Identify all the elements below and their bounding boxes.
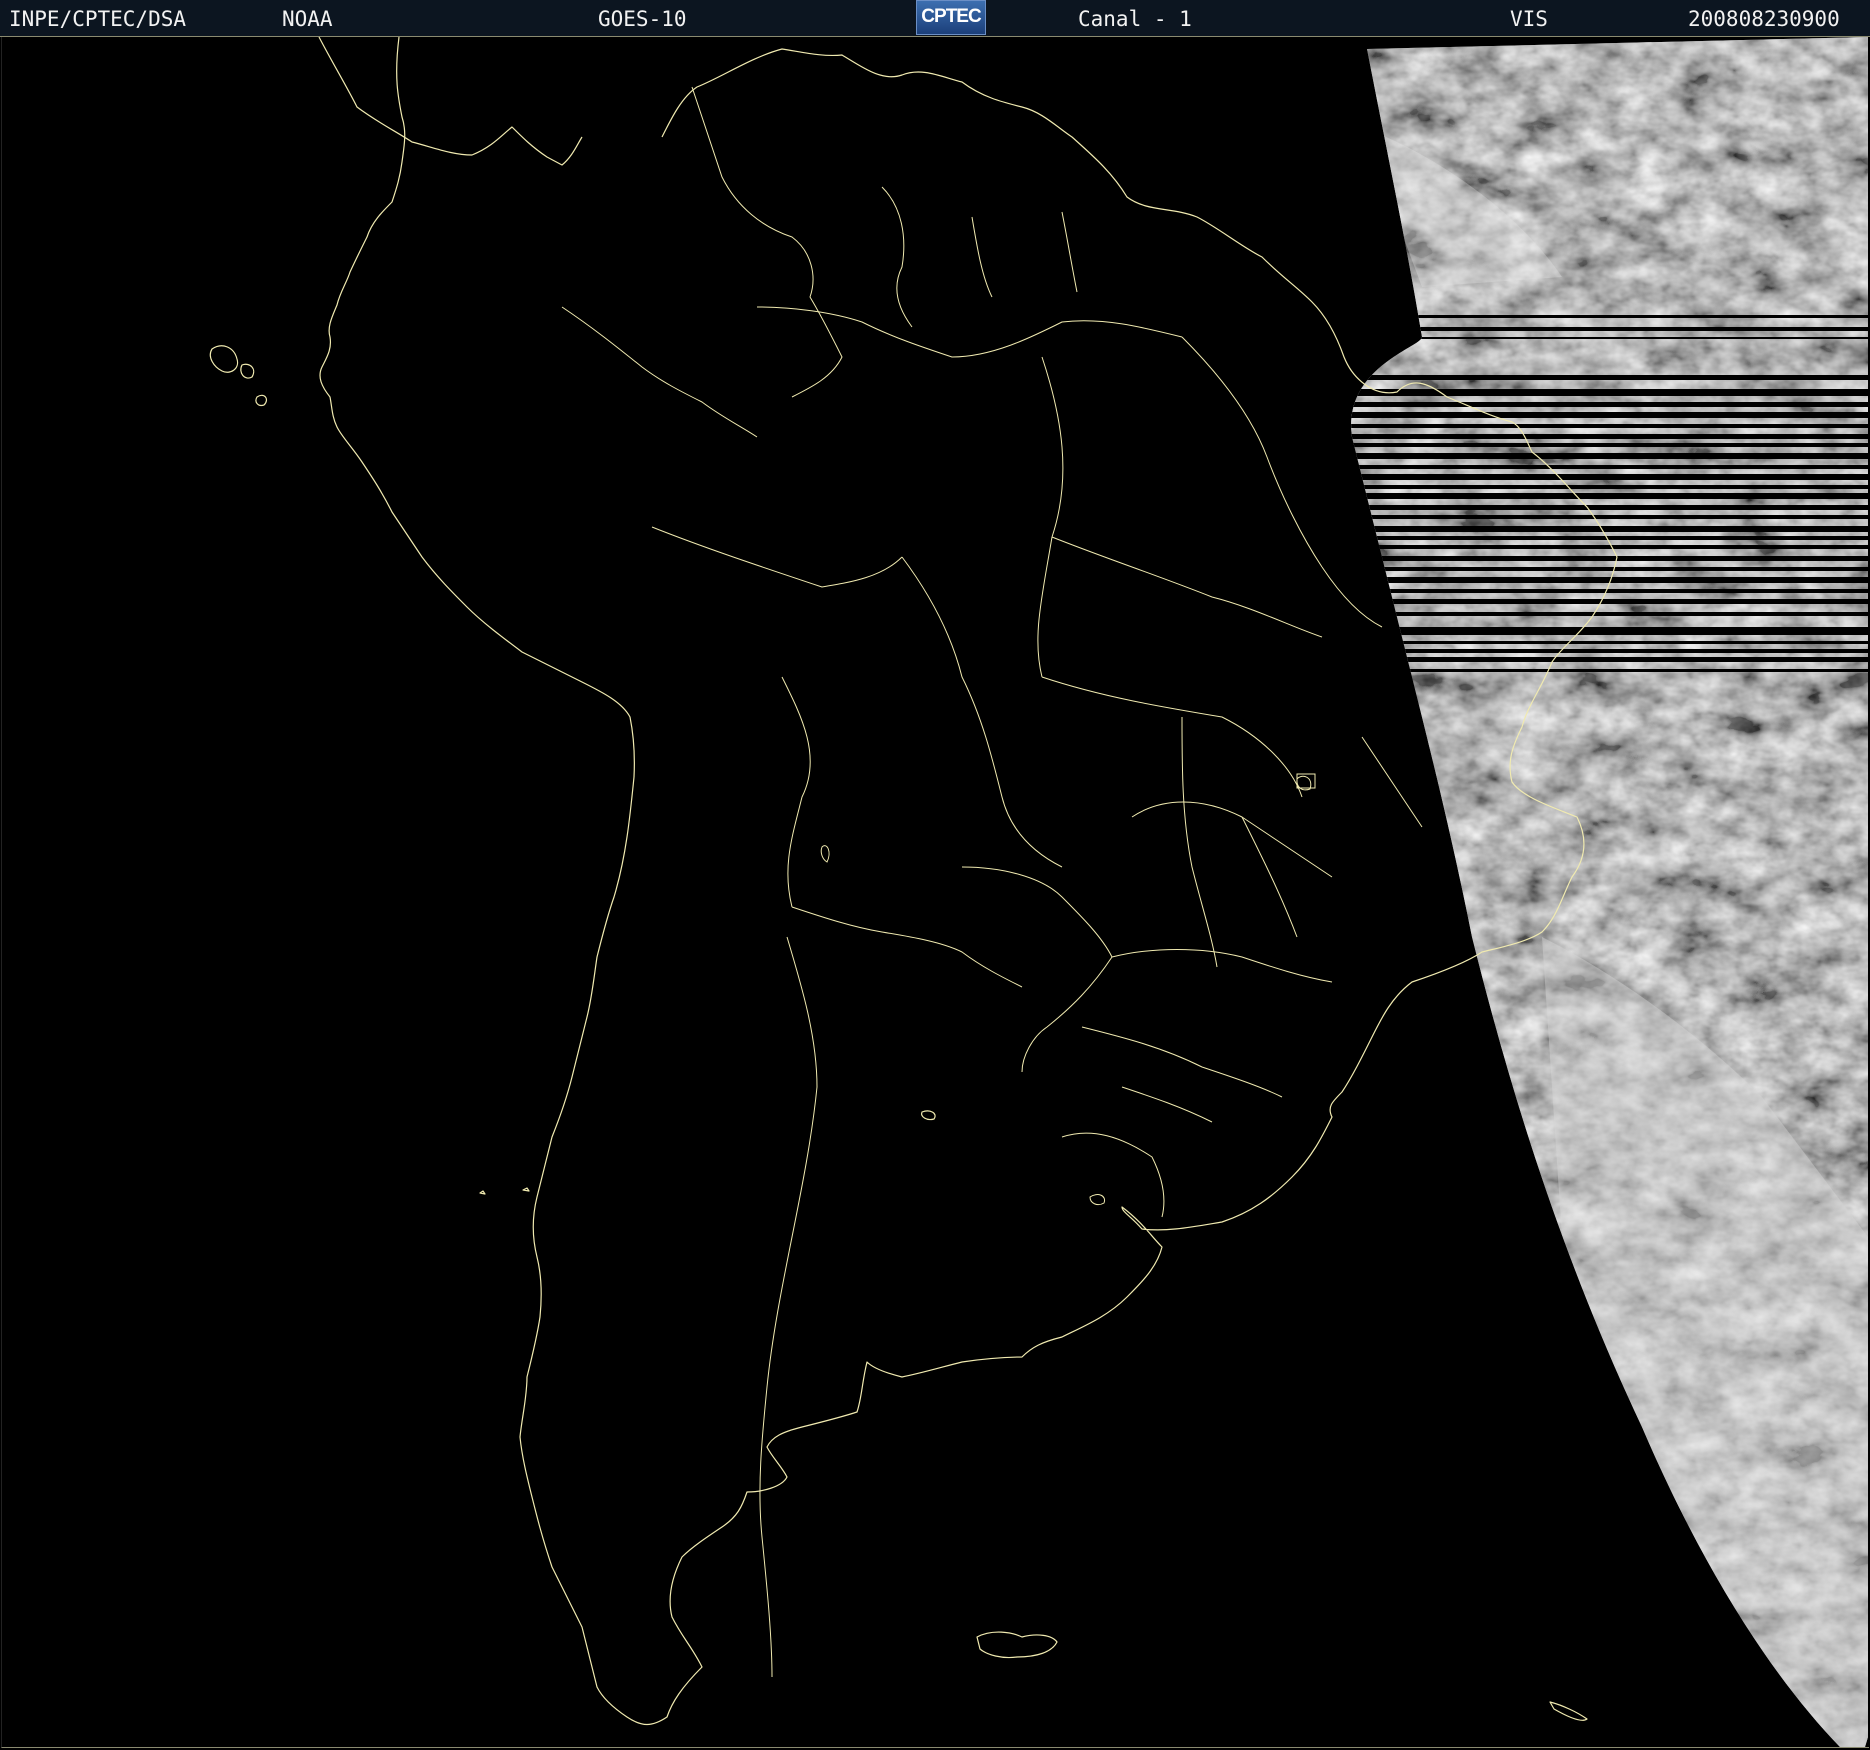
map-svg: [209, 37, 1868, 1747]
satellite-map: [1, 37, 1869, 1748]
cloud-imagery: [1351, 37, 1868, 1747]
header-bar: INPE/CPTEC/DSA NOAA GOES-10 CPTEC Canal …: [0, 0, 1870, 37]
coastlines: [209, 37, 1618, 1726]
source-label: NOAA: [282, 7, 333, 31]
cptec-logo: CPTEC: [916, 0, 986, 35]
satellite-label: GOES-10: [598, 7, 687, 31]
band-label: VIS: [1510, 7, 1548, 31]
channel-label: Canal - 1: [1078, 7, 1192, 31]
timestamp-label: 200808230900: [1688, 7, 1840, 31]
agency-label: INPE/CPTEC/DSA: [9, 7, 187, 31]
country-borders: [561, 86, 1423, 1678]
